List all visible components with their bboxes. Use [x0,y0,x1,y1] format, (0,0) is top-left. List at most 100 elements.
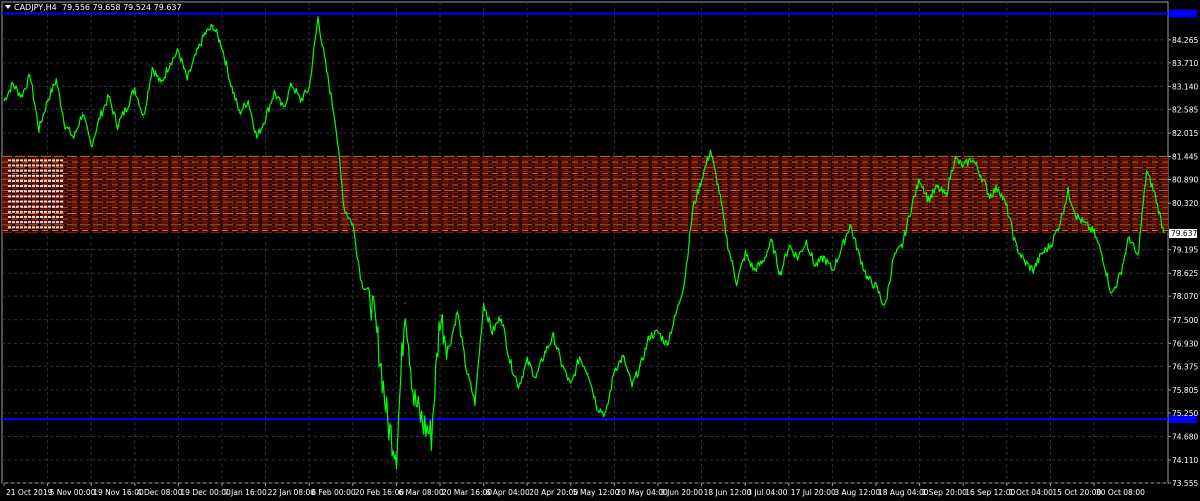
zone-label-mark [16,210,19,213]
zone-label-mark [60,221,63,224]
price-point [326,70,328,73]
zone-label-mark [24,185,27,188]
zone-label-mark [36,185,39,188]
zone-label-mark [60,210,63,213]
x-tick-label: 6 Apr 04:00 [486,488,530,497]
y-tick-label: 82.585 [1172,105,1198,114]
zone-label-mark [8,216,11,219]
zone-label-mark [44,200,47,203]
zone-label-mark [20,226,23,229]
price-point [160,83,162,85]
zone-label-mark [28,174,31,177]
zone-label-mark [44,226,47,229]
price-point [247,99,249,102]
zone-label-mark [52,174,55,177]
zone-label-mark [28,179,31,182]
price-point [230,83,232,85]
price-point [413,397,415,399]
zone-label-mark [28,221,31,224]
zone-label-mark [36,159,39,162]
zone-label-mark [32,200,35,203]
zone-label-mark [12,216,15,219]
zone-label-mark [52,195,55,198]
zone-label-mark [32,185,35,188]
zone-label-mark [60,216,63,219]
price-point [901,244,903,246]
x-tick-label: 18 Jun 12:00 [704,488,752,497]
price-point [831,269,834,271]
price-point [186,79,188,81]
price-point [727,244,729,246]
zone-label-mark [16,226,19,229]
price-point [55,79,57,81]
price-point [491,331,494,333]
y-tick-label: 78.625 [1172,269,1198,278]
price-point [308,87,310,89]
y-tick-label: 75.805 [1172,386,1198,395]
zone-label-mark [60,185,63,188]
zone-label-mark [12,179,15,182]
price-point [90,145,92,147]
zone-label-mark [56,216,59,219]
price-point [20,95,23,97]
price-point [674,315,677,317]
price-point [622,356,624,358]
price-point [1093,232,1095,234]
x-tick-label: 21 Oct 2019 [6,488,53,497]
zone-label-mark [32,205,35,208]
zone-label-mark [28,226,31,229]
zone-label-mark [16,169,19,172]
y-tick-label: 74.680 [1172,432,1198,441]
x-tick-label: 20 Apr 20:00 [529,488,578,497]
price-point [142,116,145,118]
zone-label-mark [60,159,63,162]
zone-label-mark [56,174,59,177]
zone-label-mark [8,179,11,182]
price-point [1015,244,1017,246]
zone-label-mark [32,195,35,198]
zone-label-mark [16,179,19,182]
price-point [858,252,860,255]
zone-label-mark [56,210,59,213]
price-point [3,99,5,102]
zone-label-mark [36,179,39,182]
zone-label-mark [36,169,39,172]
x-tick-label: 22 Jan 08:00 [268,488,316,497]
zone-label-mark [60,195,63,198]
y-tick-label: 76.375 [1172,362,1198,371]
price-point [483,302,485,304]
zone-label-mark [36,190,39,193]
zone-label-mark [44,190,47,193]
price-point [1137,257,1139,259]
price-point [701,178,703,180]
price-chart[interactable]: 84.265 83.710 83.140 82.585 82.015 81.445 80.8… [0,0,1200,501]
zone-label-mark [32,190,35,193]
zone-label-mark [48,159,51,162]
zone-label-mark [48,185,51,188]
zone-label-mark [36,174,39,177]
zone-label-mark [36,164,39,167]
price-point [99,116,101,118]
zone-label-mark [40,195,43,198]
zone-label-mark [52,185,55,188]
zone-label-mark [28,210,31,213]
x-tick-label: 3 Aug 12:00 [834,488,880,497]
price-point [125,108,127,110]
price-point [352,224,354,226]
zone-label-mark [28,200,31,203]
price-point [195,54,197,56]
price-point [1084,224,1087,226]
zone-label-mark [12,200,15,203]
price-tag: 79.637 [1169,229,1197,238]
price-point [299,99,302,102]
price-point [509,360,511,362]
price-point [517,385,520,387]
zone-label-mark [48,226,51,229]
price-point [256,137,258,139]
zone-label-mark [16,221,19,224]
zone-label-mark [24,164,27,167]
zone-label-mark [44,164,47,167]
zone-label-mark [32,159,35,162]
price-point [570,385,572,387]
zone-label-mark [12,226,15,229]
